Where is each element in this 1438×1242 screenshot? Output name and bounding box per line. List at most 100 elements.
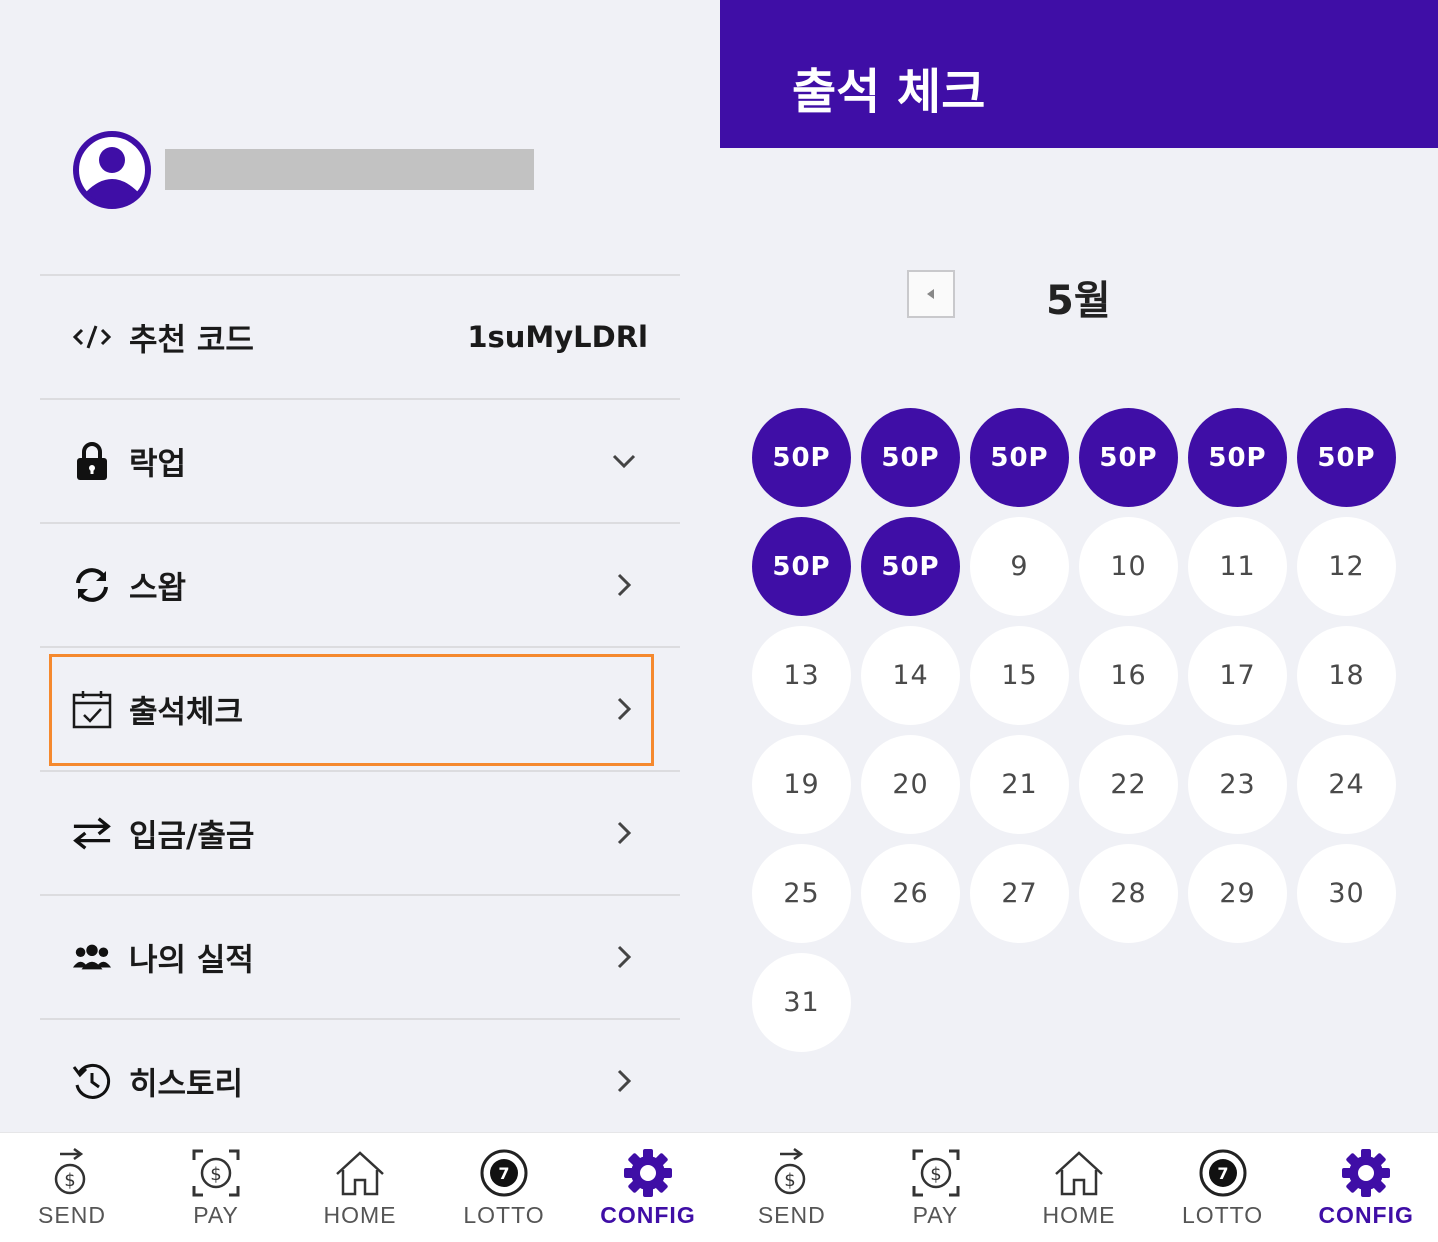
calendar-day[interactable]: 20: [861, 735, 960, 834]
month-selector: 5월: [720, 268, 1438, 324]
calendar-day-checked[interactable]: 50P: [1297, 408, 1396, 507]
redacted-username: [165, 149, 534, 190]
send-dollar-icon: $: [764, 1145, 820, 1201]
calendar-check-icon: [72, 689, 112, 729]
calendar-day[interactable]: 15: [970, 626, 1069, 725]
nav-item-send[interactable]: $ SEND: [0, 1133, 144, 1242]
calendar-day[interactable]: 19: [752, 735, 851, 834]
menu-item-my-performance[interactable]: 나의 실적: [40, 894, 680, 1018]
calendar-day-checked[interactable]: 50P: [1188, 408, 1287, 507]
nav-label: CONFIG: [600, 1202, 696, 1228]
menu-item-history[interactable]: 히스토리: [40, 1018, 680, 1142]
svg-text:7: 7: [498, 1164, 509, 1183]
nav-label: HOME: [1042, 1202, 1116, 1228]
calendar-day[interactable]: 9: [970, 517, 1069, 616]
user-circle-icon: [73, 131, 151, 209]
month-label: 5월: [1046, 278, 1111, 324]
scan-dollar-icon: $: [908, 1145, 964, 1201]
calendar-day[interactable]: 31: [752, 953, 851, 1052]
calendar-day-checked[interactable]: 50P: [970, 408, 1069, 507]
calendar-day-checked[interactable]: 50P: [861, 517, 960, 616]
nav-item-config[interactable]: CONFIG: [1294, 1133, 1438, 1242]
nav-item-pay[interactable]: $ PAY: [864, 1133, 1008, 1242]
chevron-right-icon: [617, 573, 632, 597]
calendar-day[interactable]: 26: [861, 844, 960, 943]
chevron-right-icon: [617, 697, 632, 721]
nav-label: SEND: [757, 1202, 826, 1228]
nav-label: PAY: [912, 1202, 959, 1228]
page-title: 출석 체크: [792, 64, 986, 120]
svg-text:$: $: [210, 1164, 221, 1185]
svg-text:$: $: [930, 1164, 941, 1185]
menu-item-deposit-withdraw[interactable]: 입금/출금: [40, 770, 680, 894]
calendar-day[interactable]: 23: [1188, 735, 1287, 834]
bottom-nav: $ SEND $ PAY HOME 7 LOTTO CONFIG: [720, 1132, 1438, 1242]
calendar-day[interactable]: 29: [1188, 844, 1287, 943]
nav-item-home[interactable]: HOME: [1007, 1133, 1151, 1242]
code-icon: [72, 317, 112, 357]
scan-dollar-icon: $: [188, 1145, 244, 1201]
sync-icon: [72, 565, 112, 605]
menu-item-swap[interactable]: 스왑: [40, 522, 680, 646]
gear-icon: [620, 1145, 676, 1201]
bottom-nav: $ SEND $ PAY HOME 7 LOTTO CONFIG: [0, 1132, 720, 1242]
nav-label: LOTTO: [463, 1202, 545, 1228]
calendar-day[interactable]: 25: [752, 844, 851, 943]
calendar-day[interactable]: 24: [1297, 735, 1396, 834]
calendar-day[interactable]: 10: [1079, 517, 1178, 616]
calendar-day-checked[interactable]: 50P: [861, 408, 960, 507]
menu-item-attendance[interactable]: 출석체크: [40, 646, 680, 770]
menu-label: 히스토리: [129, 1066, 244, 1103]
gear-icon: [1338, 1145, 1394, 1201]
chevron-right-icon: [617, 1069, 632, 1093]
history-icon: [72, 1061, 112, 1101]
calendar-day[interactable]: 28: [1079, 844, 1178, 943]
menu-label: 락업: [129, 446, 187, 483]
lotto-ball-icon: 7: [1195, 1145, 1251, 1201]
menu-label: 출석체크: [129, 694, 244, 731]
nav-label: HOME: [323, 1202, 397, 1228]
nav-item-send[interactable]: $ SEND: [720, 1133, 864, 1242]
calendar-day-checked[interactable]: 50P: [752, 517, 851, 616]
menu-label: 스왑: [129, 570, 187, 607]
nav-label: PAY: [193, 1202, 239, 1228]
calendar-day[interactable]: 27: [970, 844, 1069, 943]
calendar-day-checked[interactable]: 50P: [752, 408, 851, 507]
calendar-day[interactable]: 16: [1079, 626, 1178, 725]
attendance-screen: 출석 체크 5월 50P 50P 50P 50P 50P 50P 50P 50P 9 10 11 12…: [720, 0, 1438, 1242]
calendar-day-checked[interactable]: 50P: [1079, 408, 1178, 507]
transfer-icon: [72, 813, 112, 853]
calendar-day[interactable]: 30: [1297, 844, 1396, 943]
svg-text:$: $: [784, 1170, 795, 1191]
calendar-day[interactable]: 13: [752, 626, 851, 725]
chevron-right-icon: [617, 821, 632, 845]
calendar-day[interactable]: 14: [861, 626, 960, 725]
lock-icon: [72, 441, 112, 481]
menu-item-lockup[interactable]: 락업: [40, 398, 680, 522]
nav-item-lotto[interactable]: 7 LOTTO: [1151, 1133, 1295, 1242]
chevron-right-icon: [617, 945, 632, 969]
svg-text:7: 7: [1217, 1164, 1228, 1183]
menu-label: 추천 코드: [129, 322, 254, 359]
referral-code-value: 1suMyLDRl: [467, 320, 648, 354]
calendar-day[interactable]: 11: [1188, 517, 1287, 616]
nav-label: CONFIG: [1318, 1202, 1414, 1228]
prev-month-button[interactable]: [907, 270, 955, 318]
chevron-down-icon: [612, 454, 636, 469]
nav-item-lotto[interactable]: 7 LOTTO: [432, 1133, 576, 1242]
users-icon: [72, 937, 112, 977]
nav-item-pay[interactable]: $ PAY: [144, 1133, 288, 1242]
menu-item-referral-code[interactable]: 추천 코드 1suMyLDRl: [40, 274, 680, 398]
lotto-ball-icon: 7: [476, 1145, 532, 1201]
config-menu: 추천 코드 1suMyLDRl 락업 스왑 출석체크 입금/출금 나의 실적 히…: [40, 274, 680, 1142]
nav-item-config[interactable]: CONFIG: [576, 1133, 720, 1242]
calendar-day[interactable]: 17: [1188, 626, 1287, 725]
config-screen: 추천 코드 1suMyLDRl 락업 스왑 출석체크 입금/출금 나의 실적 히…: [0, 0, 720, 1242]
calendar-day[interactable]: 22: [1079, 735, 1178, 834]
calendar-day[interactable]: 21: [970, 735, 1069, 834]
calendar-day[interactable]: 12: [1297, 517, 1396, 616]
menu-label: 입금/출금: [129, 818, 255, 855]
nav-item-home[interactable]: HOME: [288, 1133, 432, 1242]
nav-label: SEND: [38, 1202, 106, 1228]
calendar-day[interactable]: 18: [1297, 626, 1396, 725]
